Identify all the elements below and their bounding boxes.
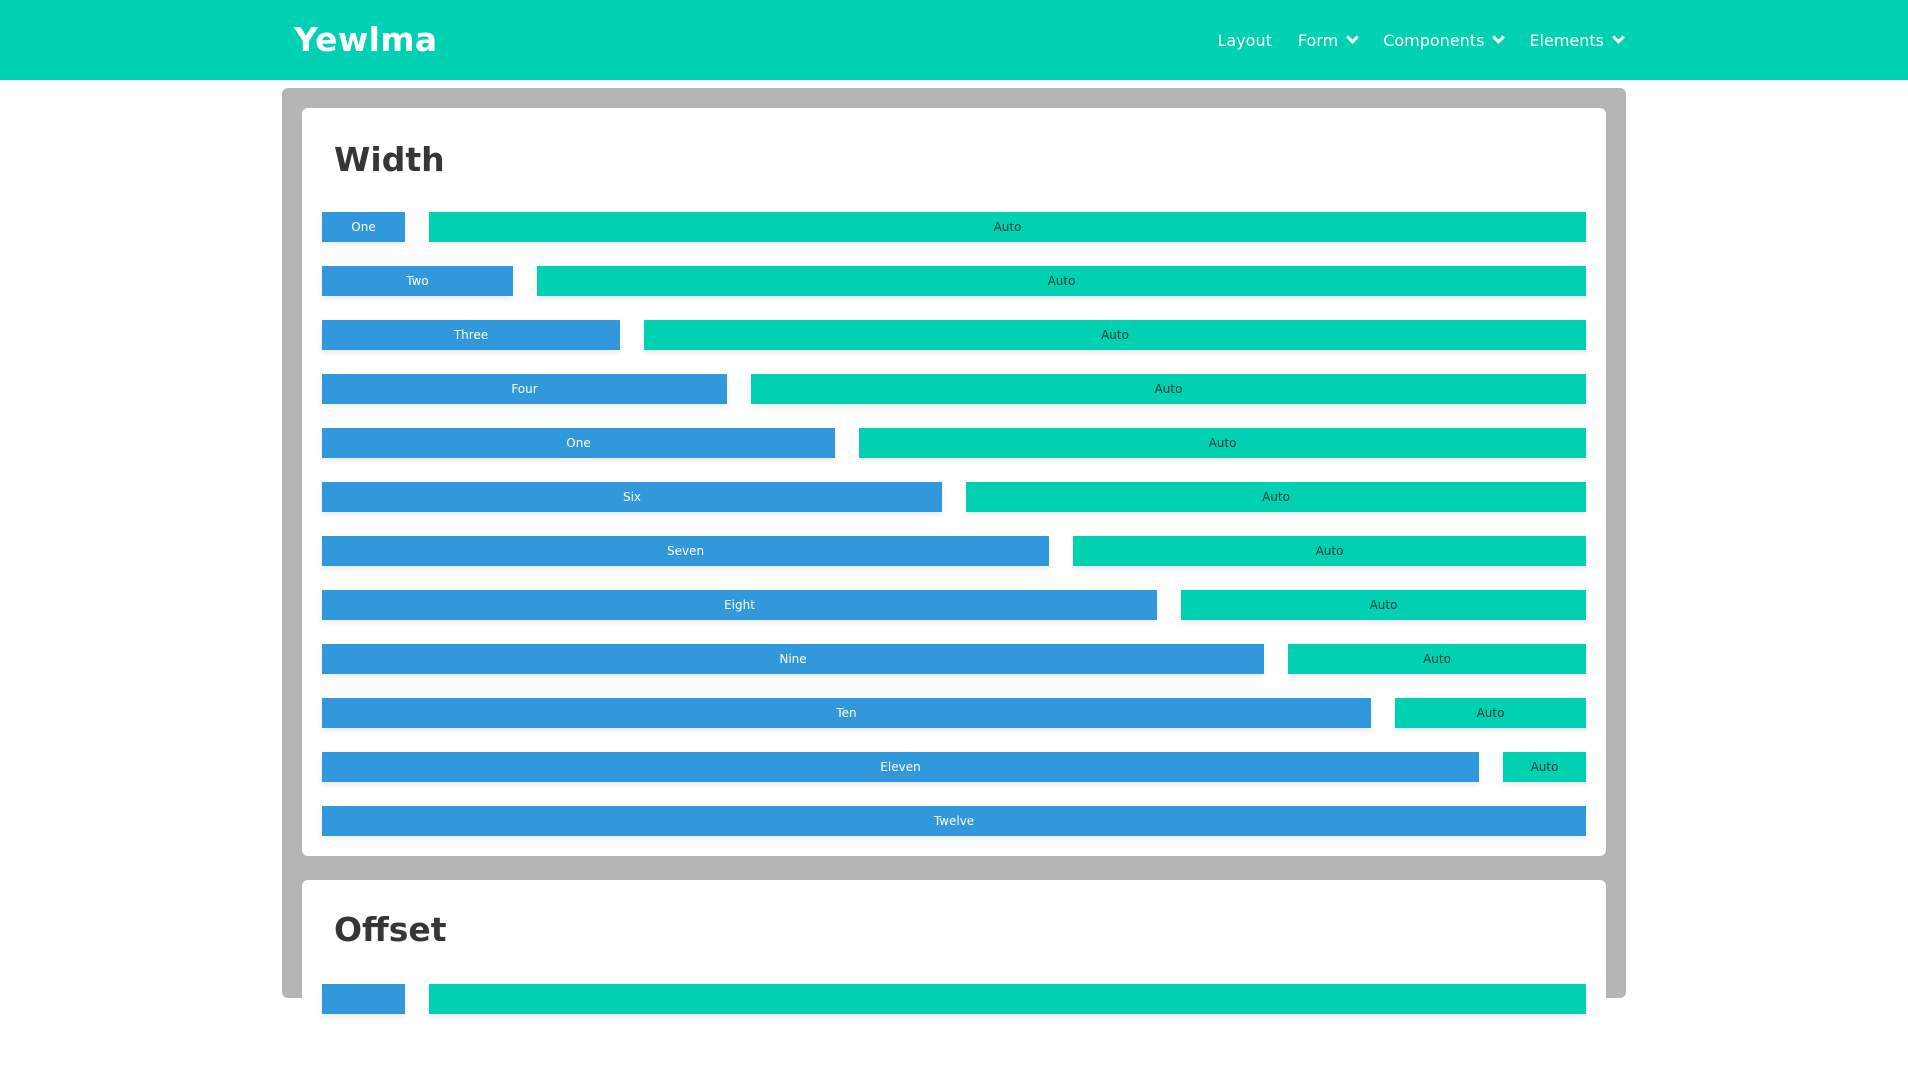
width-column-6: Six bbox=[322, 482, 942, 512]
nav-item-components[interactable]: Components bbox=[1383, 30, 1506, 50]
width-section-title: Width bbox=[334, 140, 445, 179]
auto-column: Auto bbox=[751, 374, 1586, 404]
width-row: Eight Auto bbox=[322, 590, 1586, 620]
offset-section-title: Offset bbox=[334, 910, 447, 949]
nav-item-label: Elements bbox=[1529, 30, 1604, 50]
width-row: Ten Auto bbox=[322, 698, 1586, 728]
width-column-2: Two bbox=[322, 266, 513, 296]
auto-column: Auto bbox=[1288, 644, 1586, 674]
width-column-9: Nine bbox=[322, 644, 1264, 674]
nav-item-layout[interactable]: Layout bbox=[1217, 31, 1271, 50]
width-card: Width One Auto Two Auto Three Auto Four Auto One… bbox=[302, 108, 1606, 856]
width-row: Seven Auto bbox=[322, 536, 1586, 566]
offset-auto-column bbox=[429, 984, 1586, 1014]
width-row: One Auto bbox=[322, 212, 1586, 242]
auto-column: Auto bbox=[1395, 698, 1586, 728]
width-row: Four Auto bbox=[322, 374, 1586, 404]
chevron-down-icon bbox=[1492, 30, 1506, 44]
offset-card: Offset bbox=[302, 880, 1606, 1080]
offset-column bbox=[322, 984, 405, 1014]
auto-column: Auto bbox=[429, 212, 1586, 242]
width-row: Six Auto bbox=[322, 482, 1586, 512]
auto-column: Auto bbox=[1181, 590, 1586, 620]
auto-column: Auto bbox=[644, 320, 1586, 350]
top-navbar: Yewlma Layout Form Components Elements bbox=[0, 0, 1908, 80]
width-row: Nine Auto bbox=[322, 644, 1586, 674]
chevron-down-icon bbox=[1612, 30, 1625, 44]
nav-item-label: Form bbox=[1297, 30, 1339, 50]
width-column-7: Seven bbox=[322, 536, 1049, 566]
width-column-10: Ten bbox=[322, 698, 1371, 728]
width-column-3: Three bbox=[322, 320, 620, 350]
width-row: Eleven Auto bbox=[322, 752, 1586, 782]
width-column-12: Twelve bbox=[322, 806, 1586, 836]
width-row: Twelve bbox=[322, 806, 1586, 836]
auto-column: Auto bbox=[966, 482, 1586, 512]
nav-item-form[interactable]: Form bbox=[1297, 30, 1360, 50]
width-row: One Auto bbox=[322, 428, 1586, 458]
brand-logo[interactable]: Yewlma bbox=[294, 20, 438, 59]
width-column-4: Four bbox=[322, 374, 727, 404]
auto-column: Auto bbox=[1503, 752, 1586, 782]
width-column-1: One bbox=[322, 212, 405, 242]
width-column-11: Eleven bbox=[322, 752, 1479, 782]
offset-row bbox=[322, 984, 1586, 1014]
width-row: Two Auto bbox=[322, 266, 1586, 296]
auto-column: Auto bbox=[859, 428, 1586, 458]
width-column-5: One bbox=[322, 428, 835, 458]
nav-item-label: Components bbox=[1383, 30, 1485, 50]
nav-menu: Layout Form Components Elements bbox=[1217, 0, 1625, 80]
nav-item-label: Layout bbox=[1217, 30, 1272, 50]
width-row: Three Auto bbox=[322, 320, 1586, 350]
nav-item-elements[interactable]: Elements bbox=[1529, 30, 1625, 50]
chevron-down-icon bbox=[1346, 30, 1360, 44]
width-column-8: Eight bbox=[322, 590, 1157, 620]
auto-column: Auto bbox=[1073, 536, 1586, 566]
auto-column: Auto bbox=[537, 266, 1586, 296]
